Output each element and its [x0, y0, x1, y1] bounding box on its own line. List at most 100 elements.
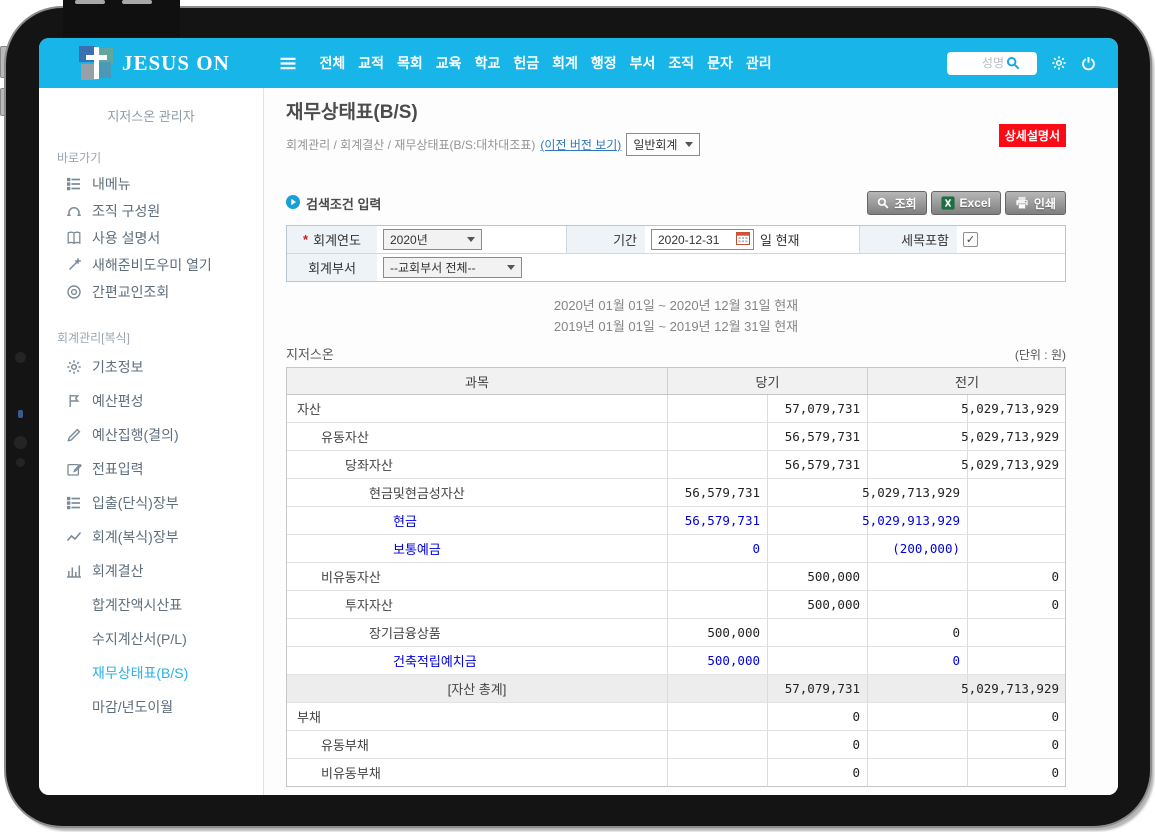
- sidebar-item[interactable]: 회계결산: [39, 554, 263, 588]
- sidebar-item-label: 내메뉴: [92, 174, 131, 194]
- previous-total-cell: 0: [967, 759, 1066, 786]
- previous-version-link[interactable]: (이전 버전 보기): [540, 136, 621, 153]
- include-subitems-label: 세목포함: [860, 226, 957, 253]
- name-search-input[interactable]: [954, 55, 1006, 71]
- sidebar-item[interactable]: 합계잔액시산표: [39, 588, 263, 622]
- previous-total-cell: 5,029,713,929: [967, 675, 1066, 702]
- sidebar-item[interactable]: 예산편성: [39, 384, 263, 418]
- include-subitems-checkbox[interactable]: [963, 232, 978, 247]
- period-date-input[interactable]: 2020-12-31: [651, 229, 754, 250]
- current-detail-cell[interactable]: 500,000: [667, 647, 767, 674]
- current-detail-cell: 56,579,731: [667, 479, 767, 506]
- sidebar-item-label: 재무상태표(B/S): [92, 663, 188, 683]
- app-logo-text: JESUS ON: [122, 51, 230, 76]
- sidebar-item-label: 회계(복식)장부: [92, 527, 179, 547]
- sidebar-item[interactable]: 수지계산서(P/L): [39, 622, 263, 656]
- sidebar-item-label: 사용 설명서: [92, 228, 160, 248]
- main-menu-item[interactable]: 부서: [623, 47, 662, 79]
- 유동자산: 유동자산 56,579,731 5,029,713,929: [287, 422, 1065, 450]
- power-icon[interactable]: [1081, 56, 1096, 71]
- sidebar-item[interactable]: 회계(복식)장부: [39, 520, 263, 554]
- sidebar-item[interactable]: 재무상태표(B/S): [39, 656, 263, 690]
- report-caption-row: 지저스온 (단위 : 원): [286, 344, 1066, 363]
- previous-detail-cell: [867, 395, 967, 422]
- current-detail-cell: [667, 451, 767, 478]
- sidebar-item[interactable]: 전표입력: [39, 452, 263, 486]
- current-detail-cell[interactable]: 0: [667, 535, 767, 562]
- breadcrumb: 회계관리 / 회계결산 / 재무상태표(B/S:대차대조표): [286, 136, 535, 153]
- hamburger-menu-icon[interactable]: [279, 57, 297, 70]
- account-name-cell[interactable]: 보통예금: [287, 535, 667, 562]
- search-button[interactable]: 조회: [867, 191, 926, 215]
- current-total-cell[interactable]: [767, 535, 867, 562]
- app-logo[interactable]: JESUS ON: [39, 46, 254, 80]
- previous-total-cell[interactable]: [967, 647, 1066, 674]
- sidebar-item[interactable]: 마감/년도이월: [39, 690, 263, 724]
- no-icon: [65, 597, 82, 614]
- page-title: 재무상태표(B/S): [286, 97, 1066, 124]
- current-detail-cell[interactable]: 56,579,731: [667, 507, 767, 534]
- print-button[interactable]: 인쇄: [1005, 191, 1066, 215]
- current-total-cell[interactable]: [767, 647, 867, 674]
- sidebar-item[interactable]: 입출(단식)장부: [39, 486, 263, 520]
- no-icon: [65, 665, 82, 682]
- previous-total-cell: 0: [967, 563, 1066, 590]
- sidebar-item[interactable]: 새해준비도우미 열기: [39, 251, 263, 278]
- sidebar-item[interactable]: 사용 설명서: [39, 224, 263, 251]
- previous-total-cell[interactable]: [967, 507, 1066, 534]
- detail-manual-button[interactable]: 상세설명서: [999, 124, 1066, 147]
- period-label: 기간: [567, 226, 645, 253]
- search-icon[interactable]: [1006, 56, 1020, 70]
- main-menu-item[interactable]: 문자: [701, 47, 740, 79]
- main-menu-item[interactable]: 헌금: [507, 47, 546, 79]
- main-menu-item[interactable]: 조직: [662, 47, 701, 79]
- sidebar-item[interactable]: 간편교인조회: [39, 278, 263, 305]
- current-total-cell[interactable]: [767, 507, 867, 534]
- current-detail-cell: [667, 591, 767, 618]
- previous-detail-cell[interactable]: 0: [867, 647, 967, 674]
- previous-total-cell[interactable]: [967, 535, 1066, 562]
- previous-detail-cell[interactable]: (200,000): [867, 535, 967, 562]
- account-name-cell[interactable]: 현금: [287, 507, 667, 534]
- sidebar-item[interactable]: 기초정보: [39, 350, 263, 384]
- sidebar-item-label: 전표입력: [92, 459, 144, 479]
- tablet-top-button: [122, 0, 152, 4]
- previous-detail-cell: [867, 703, 967, 730]
- fiscal-year-select[interactable]: 2020년: [383, 229, 482, 250]
- 장기금융상품: 장기금융상품 500,000 0: [287, 618, 1065, 646]
- main-menu-item[interactable]: 교육: [429, 47, 468, 79]
- account-name-cell[interactable]: 건축적립예치금: [287, 647, 667, 674]
- previous-detail-cell[interactable]: 5,029,913,929: [867, 507, 967, 534]
- main-menu-item[interactable]: 목회: [391, 47, 430, 79]
- main-menu-item[interactable]: 학교: [468, 47, 507, 79]
- main-menu-item[interactable]: 관리: [739, 47, 778, 79]
- main-menu-item[interactable]: 교적: [352, 47, 391, 79]
- org-icon: [65, 202, 82, 219]
- main-menu-item[interactable]: 회계: [546, 47, 585, 79]
- accounting-dept-select[interactable]: --교회부서 전체--: [383, 257, 522, 278]
- account-name-cell: 유동자산: [287, 423, 667, 450]
- main-menu-item[interactable]: 전체: [313, 47, 352, 79]
- excel-button[interactable]: Excel: [931, 191, 1001, 215]
- sidebar-item[interactable]: 예산집행(결의): [39, 418, 263, 452]
- previous-total-cell: 0: [967, 703, 1066, 730]
- 현금: 현금 56,579,731 5,029,913,929: [287, 506, 1065, 534]
- 유동부채: 유동부채 0 0: [287, 730, 1065, 758]
- report-period-line: 2020년 01월 01일 ~ 2020년 12월 31일 현재: [286, 295, 1066, 316]
- calendar-icon[interactable]: [736, 231, 750, 248]
- sidebar-item-label: 회계결산: [92, 561, 144, 581]
- sidebar-item[interactable]: 조직 구성원: [39, 197, 263, 224]
- current-detail-cell: [667, 759, 767, 786]
- sidebar-item[interactable]: 내메뉴: [39, 170, 263, 197]
- account-name-cell: [자산 총계]: [287, 675, 667, 702]
- sidebar-user-name: 지저스온 관리자: [39, 106, 263, 125]
- current-detail-cell: [667, 675, 767, 702]
- 건축적립예치금: 건축적립예치금 500,000 0: [287, 646, 1065, 674]
- 자산: 자산 57,079,731 5,029,713,929: [287, 395, 1065, 422]
- account-name-cell: 현금및현금성자산: [287, 479, 667, 506]
- settings-gear-icon[interactable]: [1051, 55, 1067, 71]
- account-type-select[interactable]: 일반회계: [626, 133, 700, 156]
- main-menu-item[interactable]: 행정: [584, 47, 623, 79]
- column-header-account: 과목: [287, 368, 667, 394]
- search-section-title: 검색조건 입력: [306, 194, 381, 213]
